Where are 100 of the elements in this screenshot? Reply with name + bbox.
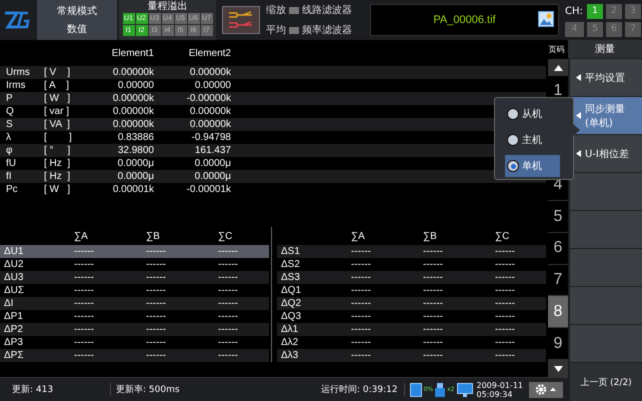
page-button[interactable]: 8 (548, 296, 568, 328)
menu-item[interactable]: 平均设置 (570, 59, 642, 96)
table-cell-text: ------ (218, 285, 239, 296)
row-label: ΔU2 (4, 259, 24, 270)
table-cell-text: ------ (351, 246, 372, 257)
page-down-button[interactable] (548, 360, 568, 378)
left-arrow-icon (576, 150, 581, 157)
row-label: φ (6, 145, 14, 156)
unit-label: [ var ] (44, 106, 70, 117)
table-row[interactable]: Δλ2 ------ ------ ------ (277, 336, 546, 349)
image-icon[interactable] (538, 11, 554, 27)
row-label: λ (6, 132, 12, 143)
menu-slot (570, 287, 642, 324)
table-cell-text: 161.437 (194, 145, 231, 156)
table-cell-text: ------ (74, 337, 95, 348)
mode-panel[interactable]: 常规模式 数值 (37, 0, 117, 40)
down-arrow-icon (554, 366, 562, 372)
wiring-button[interactable] (222, 6, 260, 34)
table-cell-text: ------ (74, 246, 95, 257)
channel-label: CH: (565, 6, 584, 16)
column-header: Element2 (188, 48, 231, 58)
row-label: S (6, 119, 14, 130)
table-row[interactable]: ΔQ3 ------ ------ ------ (277, 310, 546, 323)
left-arrow-icon (576, 112, 581, 119)
row-label: ΔQ3 (281, 311, 302, 322)
table-cell-text: 0.00000k (188, 106, 231, 117)
row-label: ΔUΣ (4, 285, 26, 296)
row-label: Δλ1 (281, 324, 300, 335)
option-label: 线路滤波器 (302, 4, 352, 17)
row-label: Pc (6, 184, 19, 195)
table-cell-text: ------ (146, 246, 167, 257)
table-cell-text: ------ (74, 350, 95, 361)
table-cell-text: 0.00000 (194, 80, 231, 91)
row-label: ΔP2 (4, 324, 24, 335)
table-cell-text: ------ (495, 350, 516, 361)
table-cell-text: ------ (423, 272, 444, 283)
unit-label: [ VA ] (44, 119, 71, 130)
table-row[interactable]: ΔS3 ------ ------ ------ (277, 271, 546, 284)
table-cell-text: ------ (423, 350, 444, 361)
table-row[interactable]: ΔPΣ ------ ------ ------ (0, 349, 269, 362)
storage-icon (410, 382, 422, 396)
table-cell-text: 0.00000k (112, 93, 154, 104)
column-header: ∑A (74, 230, 89, 242)
mode-label: 常规模式 (57, 4, 97, 18)
table-cell-text: ------ (146, 350, 167, 361)
menu-slot (570, 211, 642, 248)
option-label: 平均 (266, 24, 286, 37)
left-arrow-icon (576, 74, 581, 81)
table-cell-text: ------ (218, 337, 239, 348)
table-cell-text: ------ (423, 337, 444, 348)
table-row[interactable]: ΔS2 ------ ------ ------ (277, 258, 546, 271)
date-label: 2009-01-11 (476, 380, 523, 390)
settings-button[interactable] (529, 382, 563, 398)
option-label: 缩放 (266, 4, 286, 17)
table-row[interactable]: ΔI ------ ------ ------ (0, 297, 269, 310)
table-row[interactable]: ΔP1 ------ ------ ------ (0, 310, 269, 323)
table-cell-text: ------ (74, 311, 95, 322)
table-row[interactable]: ΔU3 ------ ------ ------ (0, 271, 269, 284)
row-label: fU (6, 158, 17, 169)
table-cell-text: ------ (74, 285, 95, 296)
time-label: 05:09:34 (476, 390, 514, 398)
checkbox[interactable] (289, 6, 299, 14)
menu-item[interactable]: 同步测量 (单机) (570, 97, 642, 134)
table-cell-text: ------ (351, 259, 372, 270)
overflow-title: 量程溢出 (148, 1, 188, 12)
table-cell-text: 32.9800 (116, 145, 154, 156)
menu-slot (570, 173, 642, 210)
table-cell-text: ------ (351, 324, 372, 335)
table-cell-text: ------ (218, 350, 239, 361)
table-row[interactable]: ΔUΣ ------ ------ ------ (0, 284, 269, 297)
table-cell-text: ------ (351, 298, 372, 309)
table-cell-text: 0.0000μ (116, 158, 154, 169)
row-label: ΔS2 (281, 259, 301, 270)
table-row[interactable]: ΔQ2 ------ ------ ------ (277, 297, 546, 310)
table-row[interactable]: ΔS1 ------ ------ ------ (277, 245, 546, 258)
table-row[interactable]: ΔP3 ------ ------ ------ (0, 336, 269, 349)
table-row[interactable]: Δλ3 ------ ------ ------ (277, 349, 546, 362)
checkbox[interactable] (289, 26, 299, 34)
table-cell-text: ------ (495, 246, 516, 257)
table-cell-text: ------ (423, 285, 444, 296)
table-cell-text: ------ (423, 324, 444, 335)
table-cell-text: ------ (146, 311, 167, 322)
table-cell-text: ------ (423, 259, 444, 270)
table-cell-text: -0.94798 (190, 132, 231, 143)
table-row[interactable]: ΔQ1 ------ ------ ------ (277, 284, 546, 297)
table-row[interactable]: ΔU2 ------ ------ ------ (0, 258, 269, 271)
unit-label: [ A ] (44, 80, 70, 91)
table-row[interactable]: ΔP2 ------ ------ ------ (0, 323, 269, 336)
radio-option[interactable]: 单机 (505, 155, 560, 177)
table-cell-text: ------ (495, 337, 516, 348)
table-cell-text: ------ (495, 298, 516, 309)
previous-page-button[interactable]: 上一页 (2/2) (570, 363, 642, 401)
table-row[interactable]: ΔU1 ------ ------ ------ (0, 245, 269, 258)
page-up-button[interactable] (548, 59, 568, 76)
settings-icon (534, 383, 558, 396)
table-cell-text: ------ (495, 259, 516, 270)
row-label: ΔU1 (4, 246, 24, 257)
page-label: 页码 (548, 44, 566, 56)
table-row[interactable]: Δλ1 ------ ------ ------ (277, 323, 546, 336)
radio-option[interactable]: 主机 (505, 129, 560, 151)
